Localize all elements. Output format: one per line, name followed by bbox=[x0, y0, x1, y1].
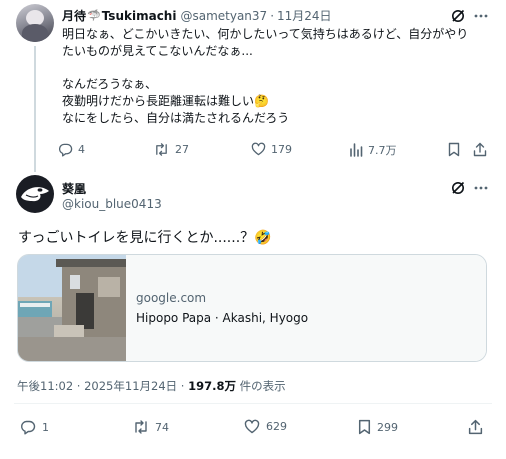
tweet-text: すっごいトイレを見に行くとか......？🤣 bbox=[18, 230, 272, 246]
retweet-button[interactable]: 27 bbox=[153, 142, 189, 157]
more-icon[interactable] bbox=[474, 14, 488, 18]
text-line: たいものが見えてこないんだなぁ... bbox=[62, 43, 253, 58]
reply-icon bbox=[20, 419, 36, 435]
handle[interactable]: @kiou_blue0413 bbox=[62, 197, 162, 211]
more-icon[interactable] bbox=[474, 186, 488, 190]
tweet-text: 明日なぁ、どこかいきたい、何かしたいって気持ちはあるけど、自分がやり たいものが… bbox=[62, 26, 492, 127]
bookmark-icon[interactable] bbox=[448, 142, 460, 157]
reply-button[interactable]: 1 bbox=[20, 419, 49, 435]
reply-count: 4 bbox=[78, 143, 85, 156]
text-line: 明日なぁ、どこかいきたい、何かしたいって気持ちはあるけど、自分がやり bbox=[62, 27, 469, 41]
like-count: 629 bbox=[266, 420, 287, 433]
like-icon bbox=[251, 142, 266, 156]
timestamp-text[interactable]: 午後11:02 · 2025年11月24日 · bbox=[17, 379, 188, 393]
retweet-icon bbox=[132, 419, 150, 435]
link-card-image bbox=[18, 255, 126, 361]
separator: · bbox=[270, 8, 275, 23]
share-icon[interactable] bbox=[468, 419, 483, 435]
retweet-button[interactable]: 74 bbox=[132, 419, 169, 435]
display-name-suffix[interactable]: Tsukimachi bbox=[102, 9, 177, 23]
grok-icon[interactable] bbox=[451, 9, 465, 23]
display-name[interactable]: 月待 bbox=[62, 7, 86, 24]
views-count: 197.8万 bbox=[188, 379, 236, 393]
like-button[interactable]: 629 bbox=[244, 419, 287, 434]
views-count: 7.7万 bbox=[368, 144, 397, 157]
reply-count: 1 bbox=[42, 420, 49, 434]
views-button[interactable]: 7.7万 bbox=[349, 142, 397, 158]
reply-button[interactable]: 4 bbox=[58, 142, 85, 157]
retweet-count: 74 bbox=[155, 420, 169, 434]
retweet-count: 27 bbox=[175, 143, 189, 156]
display-name[interactable]: 葵凰 bbox=[62, 180, 86, 197]
views-suffix: 件の表示 bbox=[236, 379, 286, 393]
bookmark-button[interactable]: 299 bbox=[358, 419, 398, 435]
retweet-icon bbox=[153, 142, 170, 157]
bookmark-count: 299 bbox=[377, 420, 398, 434]
avatar[interactable] bbox=[16, 175, 54, 213]
avatar[interactable] bbox=[16, 4, 54, 42]
like-count: 179 bbox=[271, 142, 292, 156]
handle[interactable]: @sametyan37 bbox=[180, 9, 267, 23]
share-icon[interactable] bbox=[473, 142, 487, 157]
reply-icon bbox=[58, 142, 73, 157]
text-line bbox=[62, 60, 492, 77]
tweet-date[interactable]: 11月24日 bbox=[277, 7, 332, 24]
grok-icon[interactable] bbox=[451, 181, 465, 195]
link-card[interactable]: google.com Hipopo Papa · Akashi, Hyogo bbox=[17, 254, 487, 362]
thread-line bbox=[34, 46, 36, 172]
text-line: なんだろうなぁ、 bbox=[62, 77, 158, 92]
link-card-domain: google.com bbox=[136, 291, 207, 305]
divider bbox=[14, 403, 492, 404]
bookmark-icon bbox=[358, 419, 371, 435]
tweet-timestamp: 午後11:02 · 2025年11月24日 · 197.8万 件の表示 bbox=[17, 378, 286, 394]
emoji-icon: 🦈 bbox=[87, 9, 101, 22]
like-button[interactable]: 179 bbox=[251, 142, 292, 156]
link-card-title: Hipopo Papa · Akashi, Hyogo bbox=[136, 311, 309, 325]
like-icon bbox=[244, 419, 260, 434]
text-line: 夜勤明けだから長距離運転は難しい🤔 bbox=[62, 94, 269, 109]
views-icon bbox=[349, 143, 363, 157]
text-line: なにをしたら、自分は満たされるんだろう bbox=[62, 110, 290, 125]
